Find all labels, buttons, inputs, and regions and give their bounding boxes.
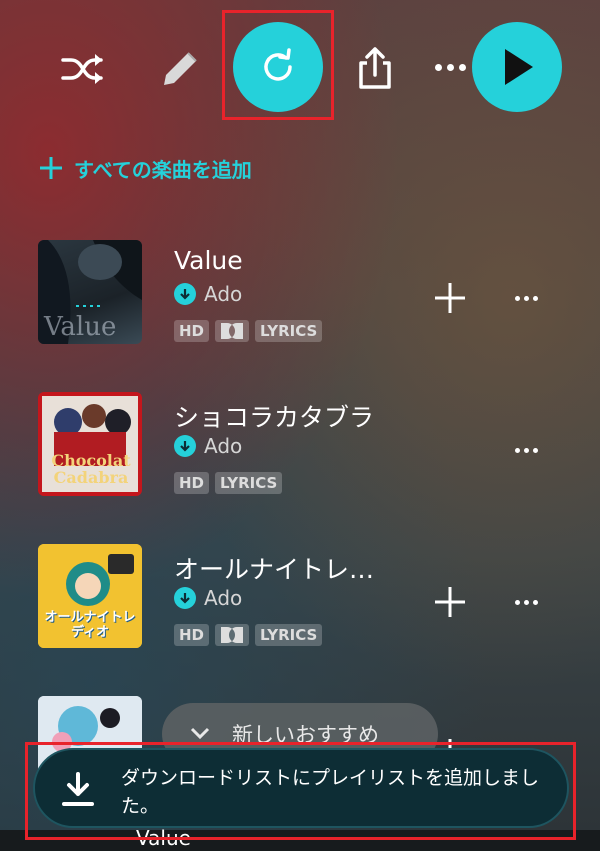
album-art-label: オールナイトレディオ (44, 610, 136, 640)
hd-badge: HD (174, 624, 210, 646)
more-options-button[interactable] (430, 52, 470, 82)
dolby-icon (221, 627, 244, 643)
more-icon (514, 447, 520, 453)
track-more-button[interactable] (508, 432, 544, 468)
dolby-badge (215, 320, 250, 342)
plus-icon (435, 283, 465, 313)
more-icon-dot (532, 447, 538, 453)
track-artist: Ado (204, 586, 243, 610)
lyrics-badge: LYRICS (255, 624, 323, 646)
add-all-songs-button[interactable]: すべての楽曲を追加 (38, 150, 252, 186)
track-title: ショコラカタブラ (174, 403, 375, 432)
add-track-button[interactable] (432, 280, 468, 316)
play-icon (505, 49, 533, 85)
more-icon-dot (458, 63, 466, 71)
more-icon-dot (523, 295, 529, 301)
add-all-label: すべての楽曲を追加 (74, 157, 252, 182)
more-icon (514, 295, 520, 301)
more-icon-dot (523, 447, 529, 453)
dolby-badge (215, 624, 250, 646)
lyrics-badge: LYRICS (255, 320, 323, 342)
track-more-button[interactable] (508, 280, 544, 316)
toast-highlight-frame (25, 742, 576, 840)
track-badges: HD LYRICS (174, 472, 283, 494)
dolby-icon (221, 323, 244, 339)
track-badges: HD LYRICS (174, 320, 323, 342)
shuffle-button[interactable] (58, 47, 108, 91)
track-title: Value (174, 246, 243, 275)
hd-badge: HD (174, 472, 210, 494)
track-title: オールナイトレ… (174, 555, 375, 584)
album-art: Value (38, 240, 142, 344)
plus-icon (435, 587, 465, 617)
pencil-icon (164, 52, 197, 85)
track-row[interactable]: Chocolat Cadabra ショコラカタブラ Ado HD LYRICS (0, 392, 600, 512)
repeat-highlight-frame (222, 10, 334, 120)
track-row[interactable]: Value Value Ado HD LYRICS (0, 240, 600, 360)
more-icon-dot (523, 599, 529, 605)
hd-badge: HD (174, 320, 210, 342)
album-art-label: Chocolat Cadabra (51, 451, 131, 487)
edit-button[interactable] (154, 44, 206, 94)
share-button[interactable] (350, 42, 400, 94)
more-icon-dot (532, 599, 538, 605)
more-icon (434, 63, 442, 71)
album-art: オールナイトレディオ (38, 544, 142, 648)
track-artist-row: Ado (174, 586, 242, 610)
lyrics-badge: LYRICS (215, 472, 283, 494)
shuffle-icon (61, 54, 103, 84)
downloaded-icon (174, 435, 196, 457)
album-art: Chocolat Cadabra (38, 392, 142, 496)
more-icon-dot (446, 63, 454, 71)
playlist-toolbar (0, 0, 600, 140)
track-badges: HD LYRICS (174, 624, 323, 646)
more-icon-dot (532, 295, 538, 301)
plus-icon (40, 157, 62, 179)
track-artist-row: Ado (174, 434, 242, 458)
add-track-button[interactable] (432, 584, 468, 620)
downloaded-icon (174, 283, 196, 305)
album-art-label: Value (44, 312, 117, 342)
downloaded-icon (174, 587, 196, 609)
play-button[interactable] (472, 22, 562, 112)
track-artist: Ado (204, 434, 243, 458)
more-icon (514, 599, 520, 605)
track-artist-row: Ado (174, 282, 242, 306)
track-artist: Ado (204, 282, 243, 306)
chevron-down-icon (190, 727, 210, 740)
track-more-button[interactable] (508, 584, 544, 620)
share-icon (359, 47, 391, 89)
track-row[interactable]: オールナイトレディオ オールナイトレ… Ado HD LYRICS (0, 544, 600, 664)
